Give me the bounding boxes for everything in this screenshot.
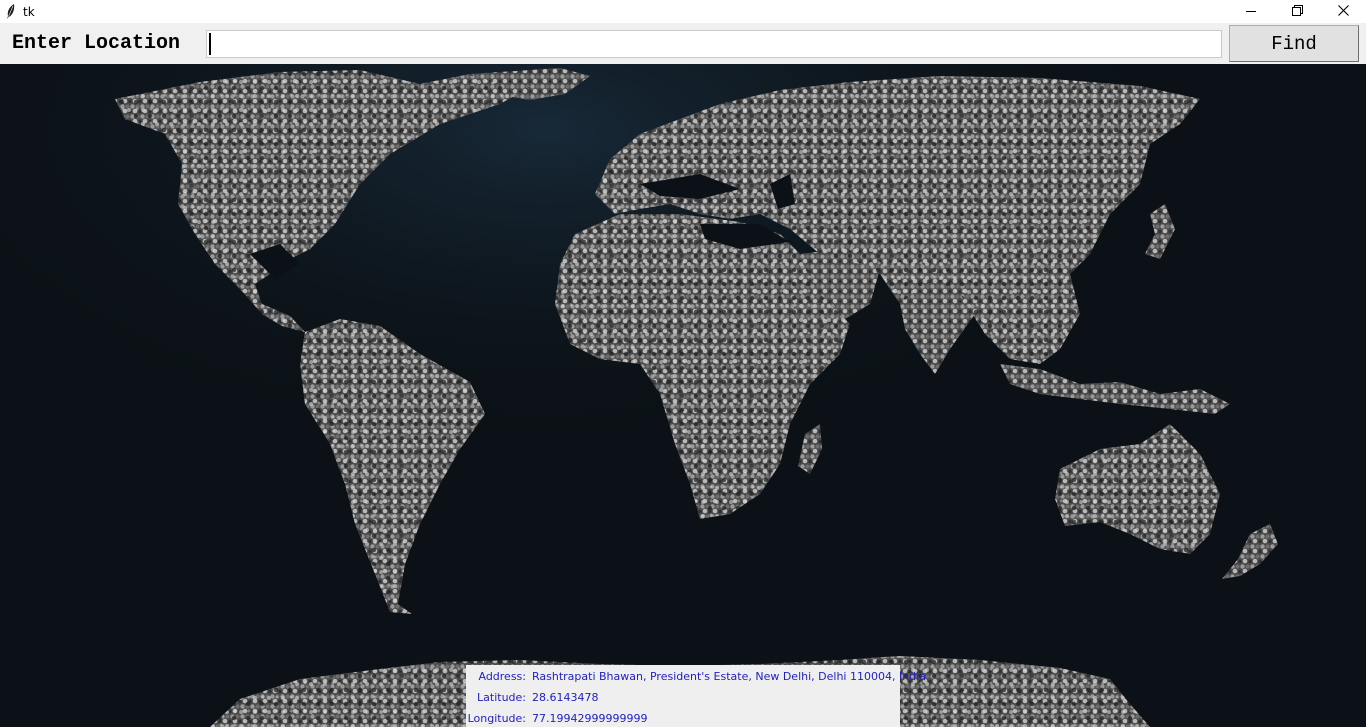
window-controls bbox=[1228, 0, 1366, 23]
world-map-canvas bbox=[0, 64, 1366, 727]
longitude-label: Longitude: bbox=[467, 712, 526, 725]
title-bar: tk bbox=[0, 0, 1366, 23]
minimize-button[interactable] bbox=[1228, 0, 1274, 23]
text-caret bbox=[209, 33, 211, 55]
address-row: Address: Rashtrapati Bhawan, President's… bbox=[466, 667, 925, 685]
location-input[interactable] bbox=[206, 30, 1222, 58]
feather-icon bbox=[4, 4, 18, 20]
latitude-label: Latitude: bbox=[477, 691, 526, 704]
address-value: Rashtrapati Bhawan, President's Estate, … bbox=[532, 670, 926, 683]
address-label: Address: bbox=[478, 670, 526, 683]
close-icon bbox=[1337, 3, 1349, 21]
longitude-value: 77.19942999999999 bbox=[532, 712, 648, 725]
restore-icon bbox=[1291, 3, 1303, 21]
latitude-row: Latitude: 28.6143478 bbox=[466, 688, 900, 706]
window-title: tk bbox=[23, 4, 35, 19]
restore-button[interactable] bbox=[1274, 0, 1320, 23]
find-button[interactable]: Find bbox=[1229, 25, 1359, 62]
latitude-value: 28.6143478 bbox=[532, 691, 599, 704]
location-info-panel: Address: Rashtrapati Bhawan, President's… bbox=[466, 665, 926, 727]
search-toolbar: Enter Location Find bbox=[0, 23, 1366, 64]
world-map[interactable] bbox=[0, 64, 1366, 727]
enter-location-label: Enter Location bbox=[12, 32, 181, 55]
longitude-row: Longitude: 77.19942999999999 bbox=[466, 709, 900, 727]
minimize-icon bbox=[1246, 3, 1256, 21]
close-button[interactable] bbox=[1320, 0, 1366, 23]
